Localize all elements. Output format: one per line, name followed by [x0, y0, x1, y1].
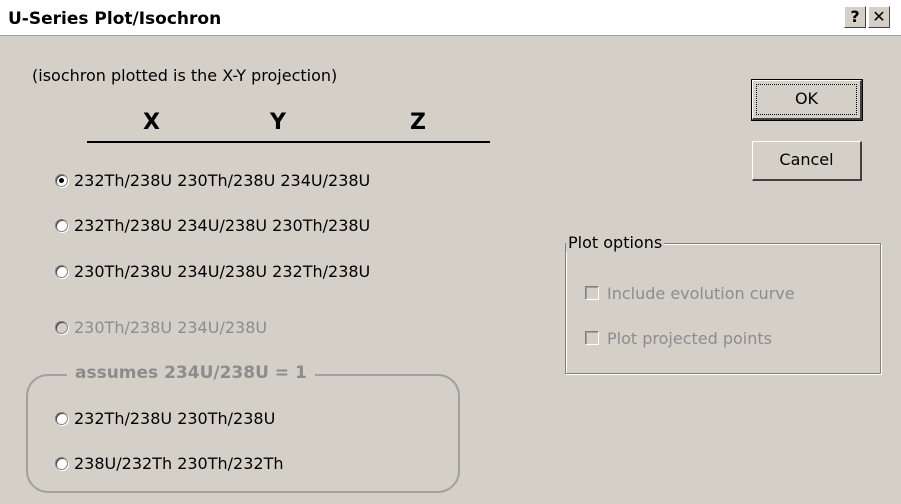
option-3-x: 230Th/238U — [74, 262, 173, 281]
help-button[interactable]: ? — [844, 6, 866, 28]
radio-button-disabled — [55, 320, 68, 334]
include-evolution-curve-option: Include evolution curve — [585, 284, 795, 303]
axis-option-3[interactable]: 230Th/238U 234U/238U 232Th/238U — [55, 261, 370, 283]
option-2-y: 234U/238U — [177, 216, 268, 235]
radio-button[interactable] — [55, 218, 68, 232]
plot-options-title: Plot options — [566, 233, 665, 252]
include-evolution-curve-label: Include evolution curve — [607, 284, 795, 303]
assumes-option-1-x: 232Th/238U — [74, 409, 173, 428]
assumes-group-box — [26, 374, 460, 493]
cancel-button[interactable]: Cancel — [752, 141, 862, 181]
option-1-y: 230Th/238U — [177, 171, 276, 190]
column-header-z: Z — [410, 110, 426, 135]
title-bar: U-Series Plot/Isochron ? ✕ — [0, 0, 901, 36]
option-2-z: 230Th/238U — [272, 216, 371, 235]
option-1-z: 234U/238U — [280, 171, 371, 190]
focus-rect — [756, 84, 857, 115]
column-header-x: X — [143, 110, 160, 135]
axis-option-4: 230Th/238U 234U/238U — [55, 317, 267, 339]
plot-options-group — [565, 243, 881, 374]
assumes-option-1-y: 230Th/238U — [177, 409, 276, 428]
radio-button[interactable] — [55, 264, 68, 278]
cancel-button-label: Cancel — [779, 150, 834, 169]
option-3-z: 232Th/238U — [272, 262, 371, 281]
assumes-option-2-y: 230Th/232Th — [177, 454, 284, 473]
option-4-y: 234U/238U — [177, 318, 268, 337]
radio-button[interactable] — [55, 456, 68, 470]
header-rule — [87, 141, 490, 143]
close-button[interactable]: ✕ — [868, 6, 890, 28]
window-title: U-Series Plot/Isochron — [8, 9, 222, 29]
radio-button-checked[interactable] — [55, 173, 68, 187]
checkbox-disabled — [585, 331, 599, 345]
assumes-option-2-x: 238U/232Th — [74, 454, 173, 473]
assumes-group-title: assumes 234U/238U = 1 — [67, 363, 315, 383]
assumes-option-1[interactable]: 232Th/238U 230Th/238U — [55, 408, 275, 430]
axis-option-2[interactable]: 232Th/238U 234U/238U 230Th/238U — [55, 215, 370, 237]
plot-projected-points-label: Plot projected points — [607, 329, 772, 348]
ok-button[interactable]: OK — [751, 79, 863, 121]
plot-projected-points-option: Plot projected points — [585, 329, 772, 348]
assumes-option-2[interactable]: 238U/232Th 230Th/232Th — [55, 453, 283, 475]
projection-note: (isochron plotted is the X-Y projection) — [32, 66, 338, 85]
option-3-y: 234U/238U — [177, 262, 268, 281]
radio-button[interactable] — [55, 411, 68, 425]
option-2-x: 232Th/238U — [74, 216, 173, 235]
axis-option-1[interactable]: 232Th/238U 230Th/238U 234U/238U — [55, 170, 370, 192]
option-1-x: 232Th/238U — [74, 171, 173, 190]
checkbox-disabled — [585, 286, 599, 300]
column-header-y: Y — [270, 110, 286, 135]
option-4-x: 230Th/238U — [74, 318, 173, 337]
